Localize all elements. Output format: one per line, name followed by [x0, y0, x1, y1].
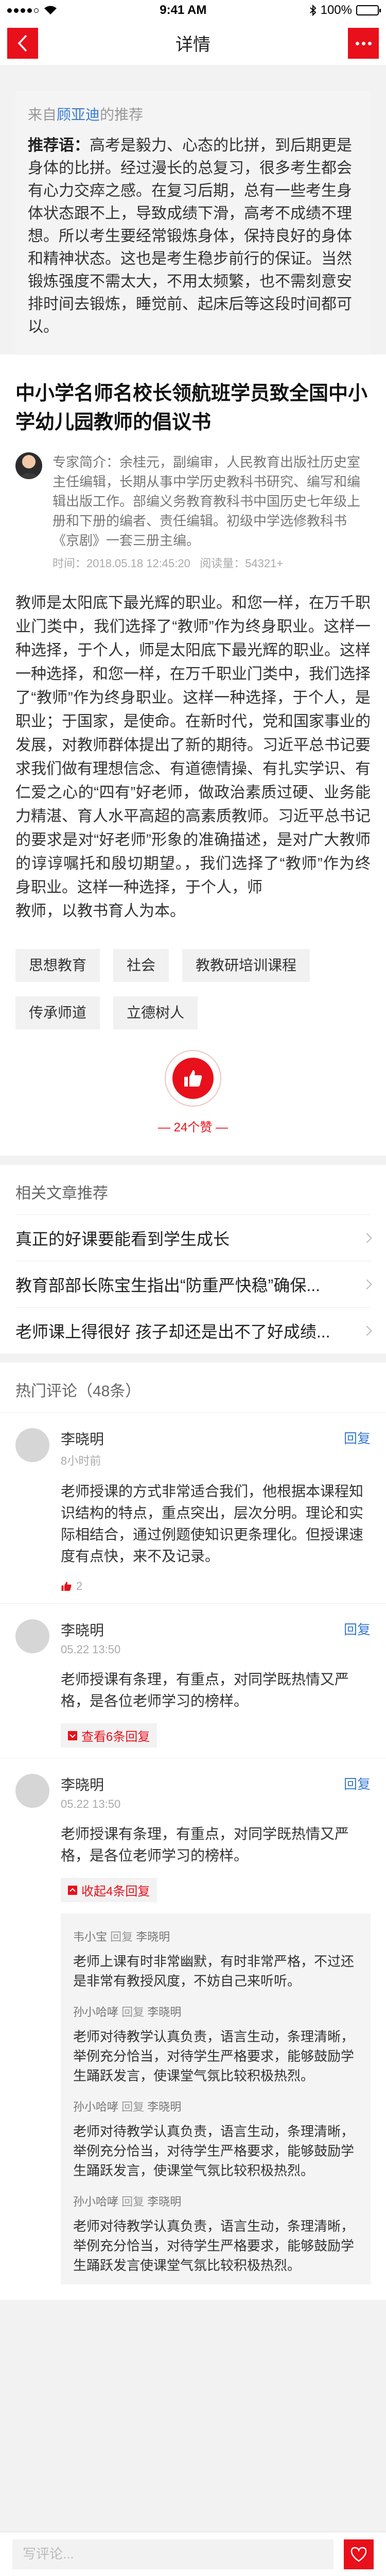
more-dots-icon: [355, 41, 359, 45]
reply-target[interactable]: 李晓明: [147, 2195, 181, 2208]
avatar[interactable]: [15, 1619, 49, 1653]
page-title: 详情: [176, 35, 210, 55]
chevron-right-icon: [362, 1325, 372, 1336]
tag-list: 思想教育 社会 教教研培训课程 传承师道 立德树人: [15, 949, 371, 1029]
comment-author[interactable]: 李晓明: [61, 1428, 104, 1449]
recommend-source: 来自顾亚迪的推荐: [28, 107, 144, 123]
bluetooth-icon: [309, 5, 317, 16]
comment-like-count: 2: [76, 1580, 83, 1592]
status-bar: 9:41 AM 100%: [0, 0, 386, 21]
avatar[interactable]: [15, 1774, 49, 1808]
chevron-right-icon: [362, 1232, 372, 1243]
avatar[interactable]: [15, 1428, 49, 1462]
like-count: — 24个赞 —: [157, 1121, 229, 1134]
reply-author[interactable]: 孙小哈哮: [73, 2006, 118, 2019]
reply-button[interactable]: 回复: [344, 1774, 371, 1793]
like-button[interactable]: [165, 1050, 221, 1107]
reply-item: 孙小哈哮 回复 李晓明 老师对待教学认真负责，语言生动，条理清晰，举例充分恰当，…: [73, 2086, 358, 2180]
recommend-card: 来自顾亚迪的推荐 推荐语：高考是毅力、心态的比拼，到后期更是身体的比拼。经过漫长…: [15, 90, 371, 354]
author-block: 专家简介：余桂元，副编审，人民教育出版社历史室主任编辑，长期从事中学历史教科书研…: [15, 452, 371, 571]
expand-replies-button[interactable]: 查看6条回复: [61, 1723, 157, 1748]
article-meta: 时间：2018.05.18 12:45:20 阅读量：54321+: [52, 557, 284, 570]
reply-text: 老师上课有时非常幽默，有时非常严格，不过还是非常有教授风度，不妨自己来听听。: [73, 1954, 355, 1989]
related-item[interactable]: 老师课上得很好 孩子却还是出不了好成绩...: [15, 1307, 372, 1353]
tag[interactable]: 传承师道: [15, 996, 100, 1029]
reply-author[interactable]: 孙小哈哮: [73, 2195, 118, 2208]
status-left: [7, 5, 57, 15]
author-intro: 专家简介：余桂元，副编审，人民教育出版社历史室主任编辑，长期从事中学历史教科书研…: [52, 454, 361, 548]
tag[interactable]: 社会: [113, 949, 169, 982]
comment-time: 05.22 13:50: [61, 1643, 121, 1656]
reply-target[interactable]: 李晓明: [136, 1930, 170, 1943]
comment-like-button[interactable]: 2: [61, 1580, 371, 1593]
wifi-icon: [44, 6, 57, 14]
related-title: 相关文章推荐: [15, 1185, 108, 1202]
battery-text: 100%: [320, 3, 352, 17]
chevron-up-icon: [68, 1885, 77, 1895]
chevron-down-icon: [68, 1731, 77, 1740]
related-item[interactable]: 教育部部长陈宝生指出“防重严快稳”确保...: [15, 1261, 372, 1307]
reply-button[interactable]: 回复: [344, 1619, 371, 1638]
favorite-button[interactable]: [344, 2539, 374, 2569]
comment-bar: [0, 2532, 386, 2576]
comment-time: 8小时前: [61, 1454, 101, 1467]
nav-bar: 详情: [0, 21, 386, 66]
favorite-icon: [350, 2547, 367, 2562]
tag[interactable]: 立德树人: [113, 996, 198, 1029]
comment-time: 05.22 13:50: [61, 1798, 121, 1810]
signal-icon: [7, 8, 39, 13]
like-area: — 24个赞 —: [15, 1050, 371, 1135]
avatar[interactable]: [15, 452, 42, 479]
comment-item: 李晓明 05.22 13:50 回复 老师授课有条理，有重点，对同学既热情又严格，…: [0, 1603, 386, 1758]
tag[interactable]: 教教研培训课程: [182, 949, 310, 982]
article: 中小学名师名校长领航班学员致全国中小学幼儿园教师的倡议书 专家简介：余桂元，副编…: [0, 354, 386, 1156]
thumbs-up-icon: [184, 1070, 202, 1087]
comment-input[interactable]: [12, 2539, 334, 2569]
comment-text: 老师授课的方式非常适合我们，他根据本课程知识结构的特点，重点突出，层次分明。理论…: [61, 1483, 364, 1564]
reply-item: 孙小哈哮 回复 李晓明 老师对待教学认真负责，语言生动，条理清晰，举例充分恰当，…: [73, 1991, 358, 2086]
reply-author[interactable]: 韦小宝: [73, 1930, 107, 1943]
comments-section: 热门评论（48条） 李晓明 8小时前 回复 老师授课的方式非常适合我们，他根据本课…: [0, 1363, 386, 2300]
related-section: 相关文章推荐 真正的好课要能看到学生成长 教育部部长陈宝生指出“防重严快稳”确保…: [0, 1165, 386, 1353]
reply-button[interactable]: 回复: [344, 1428, 371, 1447]
detail-page: 9:41 AM 100% 详情 来自顾亚迪的推荐 推荐语：高考是毅力、心态的比拼…: [0, 0, 386, 2576]
status-right: 100%: [309, 3, 381, 18]
comments-title: 热门评论（48条）: [15, 1383, 141, 1400]
reply-text: 老师对待教学认真负责，语言生动，条理清晰，举例充分恰当，对待学生严格要求，能够鼓…: [73, 2029, 355, 2083]
comment-item: 李晓明 05.22 13:50 回复 老师授课有条理，有重点，对同学既热情又严格，…: [0, 1758, 386, 2300]
reply-text: 老师对待教学认真负责，语言生动，条理清晰，举例充分恰当，对待学生严格要求，能够鼓…: [73, 2218, 355, 2273]
status-time: 9:41 AM: [160, 3, 207, 17]
chevron-right-icon: [362, 1279, 372, 1290]
comment-author[interactable]: 李晓明: [61, 1619, 120, 1640]
comment-author[interactable]: 李晓明: [61, 1774, 120, 1794]
comment-text: 老师授课有条理，有重点，对同学既热情又严格，是各位老师学习的榜样。: [61, 1671, 349, 1709]
reply-target[interactable]: 李晓明: [147, 2006, 181, 2019]
thumbs-up-icon: [61, 1582, 72, 1591]
article-body: 教师是太阳底下最光辉的职业。和您一样，在万千职业门类中，我们选择了“教师”作为终…: [15, 595, 371, 920]
reply-item: 韦小宝 回复 李晓明 老师上课有时非常幽默，有时非常严格，不过还是非常有教授风度…: [73, 1916, 358, 1991]
back-button[interactable]: [7, 28, 38, 59]
reply-text: 老师对待教学认真负责，语言生动，条理清晰，举例充分恰当，对待学生严格要求，能够鼓…: [73, 2124, 355, 2178]
reply-target[interactable]: 李晓明: [147, 2100, 181, 2113]
chevron-left-icon: [17, 35, 27, 52]
related-item[interactable]: 真正的好课要能看到学生成长: [15, 1214, 372, 1261]
recommend-text: 推荐语：高考是毅力、心态的比拼，到后期更是身体的比拼。经过漫长的总复习，很多考生…: [28, 137, 352, 335]
comment-item: 李晓明 8小时前 回复 老师授课的方式非常适合我们，他根据本课程知识结构的特点，重…: [0, 1412, 386, 1603]
reply-item: 孙小哈哮 回复 李晓明 老师对待教学认真负责，语言生动，条理清晰，举例充分恰当，…: [73, 2180, 358, 2275]
recommender-link[interactable]: 顾亚迪: [57, 107, 100, 123]
reply-author[interactable]: 孙小哈哮: [73, 2100, 118, 2113]
article-title: 中小学名师名校长领航班学员致全国中小学幼儿园教师的倡议书: [15, 383, 368, 433]
reply-list: 韦小宝 回复 李晓明 老师上课有时非常幽默，有时非常严格，不过还是非常有教授风度…: [61, 1913, 371, 2284]
tag[interactable]: 思想教育: [15, 949, 100, 982]
more-button[interactable]: [348, 28, 379, 59]
battery-icon: [356, 5, 381, 15]
collapse-replies-button[interactable]: 收起4条回复: [61, 1878, 157, 1902]
comment-text: 老师授课有条理，有重点，对同学既热情又严格，是各位老师学习的榜样。: [61, 1826, 349, 1863]
